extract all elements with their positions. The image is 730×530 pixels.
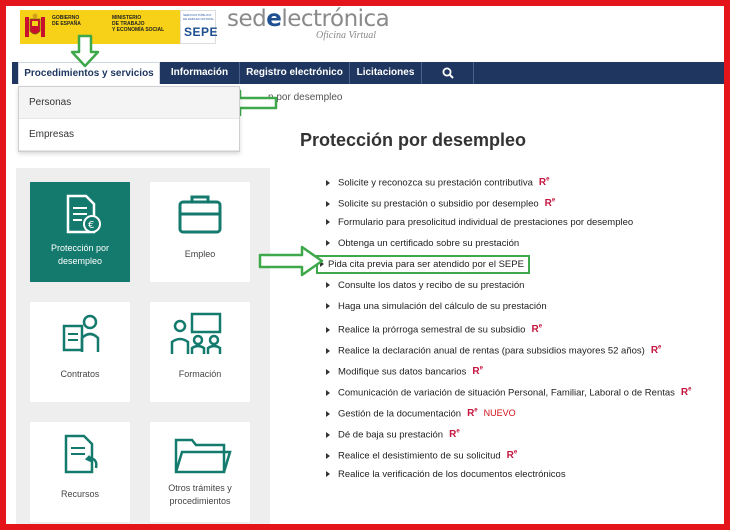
sepe-logo[interactable]: SERVICIO PÚBLICO DE EMPLEO ESTATAL SEPE [180,10,218,44]
caret-right-icon [326,282,330,289]
caret-right-icon [326,326,330,333]
sede-subtitle: Oficina Virtual [316,30,377,41]
new-badge: NUEVO [483,408,516,419]
dropdown-item-empresas[interactable]: Empresas [19,119,239,151]
registro-electronico-icon: Re [680,387,692,399]
registro-electronico-icon: Re [531,324,543,336]
nav-licitaciones[interactable]: Licitaciones [350,62,422,84]
tile-proteccion[interactable]: € Protección por desempleo [30,182,130,282]
document-euro-icon: € [66,194,101,234]
list-item[interactable]: Modifique sus datos bancarios Re [326,359,724,380]
list-item[interactable]: Haga una simulación del cálculo de su pr… [326,296,724,317]
coat-of-arms-icon [25,13,45,37]
site-header: GOBIERNO DE ESPAÑA MINISTERIO DE TRABAJO… [12,6,724,62]
government-logo[interactable]: GOBIERNO DE ESPAÑA MINISTERIO DE TRABAJO… [20,10,218,44]
registro-electronico-icon: Re [544,198,556,210]
tile-formacion[interactable]: Formación [150,302,250,402]
registro-electronico-icon: Re [538,177,550,189]
classroom-icon [170,312,222,354]
list-item[interactable]: Formulario para presolicitud individual … [326,212,724,233]
tile-otros-tramites[interactable]: Otros trámites y procedimientos [150,422,250,522]
caret-right-icon [326,452,330,459]
screenshot-frame: GOBIERNO DE ESPAÑA MINISTERIO DE TRABAJO… [0,0,730,530]
tile-empleo[interactable]: Empleo [150,182,250,282]
ministry-text: MINISTERIO DE TRABAJO Y ECONOMÍA SOCIAL [112,15,165,33]
breadcrumb[interactable]: n por desempleo [268,92,343,103]
caret-right-icon [326,179,330,186]
page-title: Protección por desempleo [300,130,527,150]
search-icon [442,67,454,79]
nav-registro[interactable]: Registro electrónico [240,62,350,84]
dropdown-item-personas[interactable]: Personas [19,87,239,119]
document-reply-icon [64,434,98,474]
registro-electronico-icon: Re [472,366,483,378]
list-item-cita-previa[interactable]: Pida cita previa para ser atendido por e… [316,254,724,275]
caret-right-icon [326,347,330,354]
caret-right-icon [326,303,330,310]
tile-contratos[interactable]: Contratos [30,302,130,402]
registro-electronico-icon: Re [650,345,662,357]
list-item[interactable]: Comunicación de variación de situación P… [326,380,724,401]
main-nav: Procedimientos y servicios Información R… [12,62,724,84]
list-item[interactable]: Consulte los datos y recibo de su presta… [326,275,724,296]
nav-informacion[interactable]: Información [160,62,240,84]
svg-text:€: € [88,220,94,231]
list-item[interactable]: Solicite y reconozca su prestación contr… [326,170,724,191]
government-text: GOBIERNO DE ESPAÑA [52,15,81,27]
briefcase-icon [178,195,222,234]
list-item[interactable]: Realice la declaración anual de rentas (… [326,338,724,359]
nav-search-button[interactable] [422,62,474,84]
list-item[interactable]: Realice el desistimiento de su solicitud… [326,443,724,464]
list-item[interactable]: Gestión de la documentación Re NUEVO [326,401,724,422]
caret-right-icon [326,431,330,438]
list-item[interactable]: Obtenga un certificado sobre su prestaci… [326,233,724,254]
caret-right-icon [326,200,330,207]
registro-electronico-icon: Re [506,450,518,462]
tile-recursos[interactable]: Recursos [30,422,130,522]
list-item[interactable]: Realice la verificación de los documento… [326,464,724,485]
sede-electronica-logo[interactable]: sedelectrónica [227,6,390,32]
registro-electronico-icon: Re [449,429,460,441]
arrow-right-annotation-icon [258,245,324,277]
caret-right-icon [326,368,330,375]
caret-right-icon [326,240,330,247]
procedure-list: Solicite y reconozca su prestación contr… [316,170,724,485]
registro-electronico-icon: Re [467,408,478,420]
procedimientos-dropdown: Personas Empresas [18,86,240,152]
list-item[interactable]: Dé de baja su prestación Re [326,422,724,443]
caret-right-icon [326,471,330,478]
arrow-down-annotation-icon [70,34,100,68]
highlight-box: Pida cita previa para ser atendido por e… [316,255,530,274]
list-item[interactable]: Solicite su prestación o subsidio por de… [326,191,724,212]
caret-right-icon [326,219,330,226]
list-item[interactable]: Realice la prórroga semestral de su subs… [326,317,724,338]
category-panel: € Protección por desempleo Empleo Contra… [16,168,270,524]
caret-right-icon [326,389,330,396]
folder-icon [174,438,232,474]
contract-person-icon [62,314,100,352]
caret-right-icon [326,410,330,417]
